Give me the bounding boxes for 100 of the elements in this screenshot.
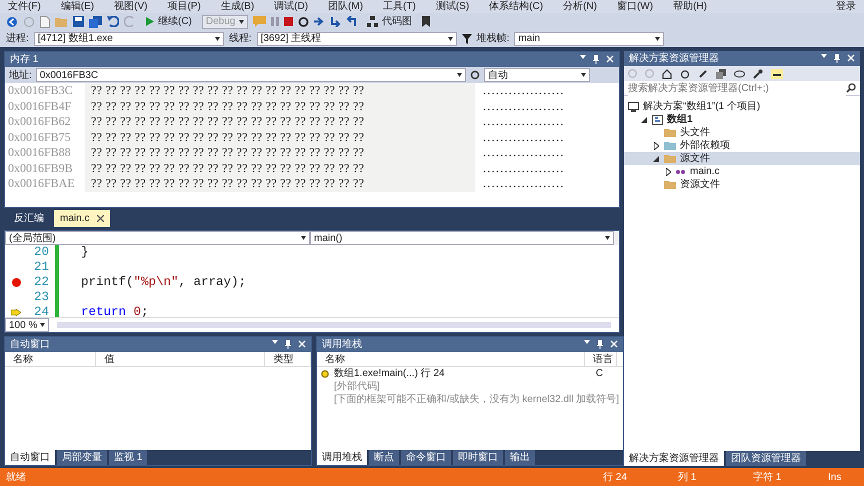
scrollbar[interactable] xyxy=(57,322,611,328)
editor-tab[interactable]: main.c xyxy=(54,210,110,227)
step-arrow-icon[interactable] xyxy=(314,17,325,26)
line-number: 20 xyxy=(32,245,50,262)
dropdown-caret-icon[interactable] xyxy=(821,54,827,58)
continue-button[interactable]: 继续(C) xyxy=(141,13,197,30)
menu-item[interactable]: 生成(B) xyxy=(220,0,254,14)
cursor-line: 行 24 xyxy=(603,470,628,484)
code-map-button[interactable]: 代码图 xyxy=(362,13,417,30)
expanded-arrow-icon[interactable] xyxy=(653,156,659,162)
undo-icon[interactable] xyxy=(107,16,119,27)
columns-dropdown[interactable]: 自动 xyxy=(484,68,590,82)
memory-address: 0x0016FB75 xyxy=(7,130,72,145)
menu-item[interactable]: 体系结构(C) xyxy=(489,0,544,14)
menu-item[interactable]: 帮助(H) xyxy=(673,0,707,14)
scope-dropdown[interactable]: (全局范围) xyxy=(5,231,310,245)
location-dropdown[interactable]: main xyxy=(514,32,664,46)
new-file-icon[interactable] xyxy=(40,16,50,28)
menu-item[interactable]: 测试(S) xyxy=(436,0,470,14)
pin-icon[interactable] xyxy=(834,54,840,63)
panel-tab[interactable]: 命令窗口 xyxy=(401,450,451,465)
copy-icon[interactable] xyxy=(716,68,726,78)
home-icon[interactable] xyxy=(662,68,672,78)
member-dropdown[interactable]: main() xyxy=(310,231,614,245)
field-label: 线程: xyxy=(228,32,252,46)
tree-item[interactable]: 数组1 xyxy=(624,113,860,126)
menu-item[interactable]: 视图(V) xyxy=(114,0,148,14)
dropdown-caret-icon[interactable] xyxy=(272,340,278,344)
panel-tab[interactable]: 监视 1 xyxy=(109,450,148,465)
insert-mode: Ins xyxy=(828,470,842,484)
menu-item[interactable]: 工具(T) xyxy=(383,0,416,14)
panel-tab[interactable]: 团队资源管理器 xyxy=(726,451,806,466)
close-icon[interactable] xyxy=(97,214,104,222)
tree-item[interactable]: main.c xyxy=(624,165,860,178)
dropdown-caret-icon[interactable] xyxy=(214,36,220,40)
save-icon[interactable] xyxy=(73,16,84,27)
address-field[interactable]: 0x0016FB3C xyxy=(36,68,466,82)
breakpoint-icon[interactable] xyxy=(12,278,20,287)
field-label: 进程: xyxy=(6,32,29,46)
save-all-icon[interactable] xyxy=(89,16,102,28)
sign-in-link[interactable]: 登录 xyxy=(836,0,856,14)
editor-tab[interactable]: 反汇编 xyxy=(8,210,50,227)
tree-item[interactable]: 解决方案“数组1”(1 个项目) xyxy=(624,100,860,113)
stack-note[interactable]: [外部代码] xyxy=(334,379,380,394)
filter-icon[interactable] xyxy=(462,34,472,44)
dropdown-caret-icon[interactable] xyxy=(655,36,660,40)
panel-tab[interactable]: 自动窗口 xyxy=(5,450,55,465)
dropdown-caret-icon[interactable] xyxy=(580,73,586,77)
memory-bytes: ?? ?? ?? ?? ?? ?? ?? ?? ?? ?? ?? ?? ?? ?? ?? ?? ?? ?? ?? xyxy=(85,160,475,176)
pin-icon[interactable] xyxy=(597,340,603,349)
dropdown-caret-icon[interactable] xyxy=(238,20,244,24)
bookmark-icon[interactable] xyxy=(422,16,430,27)
menu-item[interactable]: 文件(F) xyxy=(8,0,41,14)
panel-tab[interactable]: 局部变量 xyxy=(57,450,107,465)
pin-icon[interactable] xyxy=(593,55,599,64)
expanded-arrow-icon[interactable] xyxy=(641,116,647,122)
wrench-icon[interactable] xyxy=(753,68,763,78)
memory-address: 0x0016FB3C xyxy=(7,83,74,98)
dropdown-caret-icon[interactable] xyxy=(448,36,453,40)
panel-tab[interactable]: 解决方案资源管理器 xyxy=(624,451,724,466)
zoom-dropdown[interactable]: 100 % xyxy=(5,318,49,332)
menu-item[interactable]: 编辑(E) xyxy=(60,0,94,14)
memory-address: 0x0016FB62 xyxy=(7,114,72,130)
collapsed-arrow-icon[interactable] xyxy=(654,142,658,150)
menu-item[interactable]: 窗口(W) xyxy=(616,0,654,14)
stack-frame[interactable]: 数组1.exe!main(...) 行 24 xyxy=(334,366,445,381)
panel-tab[interactable]: 调用堆栈 xyxy=(317,450,367,465)
pin-icon[interactable] xyxy=(285,340,291,349)
panel-tab[interactable]: 输出 xyxy=(505,450,535,465)
tree-item[interactable]: 资源文件 xyxy=(624,178,860,191)
search-field[interactable]: 搜索解决方案资源管理器(Ctrl+;) xyxy=(624,81,860,96)
menu-item[interactable]: 调试(D) xyxy=(274,0,308,14)
dropdown-caret-icon[interactable] xyxy=(40,323,45,327)
step-into-icon[interactable] xyxy=(330,16,341,27)
dropdown-caret-icon[interactable] xyxy=(301,236,306,240)
tree-item[interactable]: 头文件 xyxy=(624,126,860,139)
dropdown-caret-icon[interactable] xyxy=(584,340,590,344)
dropdown-caret-icon[interactable] xyxy=(456,73,462,77)
menu-item[interactable]: 项目(P) xyxy=(167,0,201,14)
column-header: 语言 xyxy=(585,352,617,366)
stop-icon[interactable] xyxy=(284,17,293,26)
search-icon xyxy=(846,83,856,93)
code-text: return 0; xyxy=(81,304,149,317)
panel-tab[interactable]: 断点 xyxy=(369,450,399,465)
cursor-column: 列 1 xyxy=(678,470,753,484)
location-dropdown[interactable]: [4712] 数组1.exe xyxy=(34,32,224,46)
memory-address: 0x0016FB4F xyxy=(7,98,72,114)
memory-chars: ................... xyxy=(482,160,565,176)
dropdown-caret-icon[interactable] xyxy=(580,55,586,59)
menu-item[interactable]: 团队(M) xyxy=(328,0,364,14)
collapsed-arrow-icon[interactable] xyxy=(666,168,670,176)
panel-tab[interactable]: 即时窗口 xyxy=(453,450,503,465)
step-out-icon[interactable] xyxy=(346,16,357,27)
location-dropdown[interactable]: [3692] 主线程 xyxy=(256,32,457,46)
tree-item[interactable]: 外部依赖项 xyxy=(624,139,860,152)
stack-note[interactable]: [下面的框架可能不正确和/或缺失，没有为 kernel32.dll 加载符号] xyxy=(334,392,619,407)
menu-item[interactable]: 分析(N) xyxy=(563,0,597,14)
tree-item[interactable]: 源文件 xyxy=(624,152,860,165)
hierarchy-icon xyxy=(366,16,378,27)
dropdown-caret-icon[interactable] xyxy=(605,236,610,240)
